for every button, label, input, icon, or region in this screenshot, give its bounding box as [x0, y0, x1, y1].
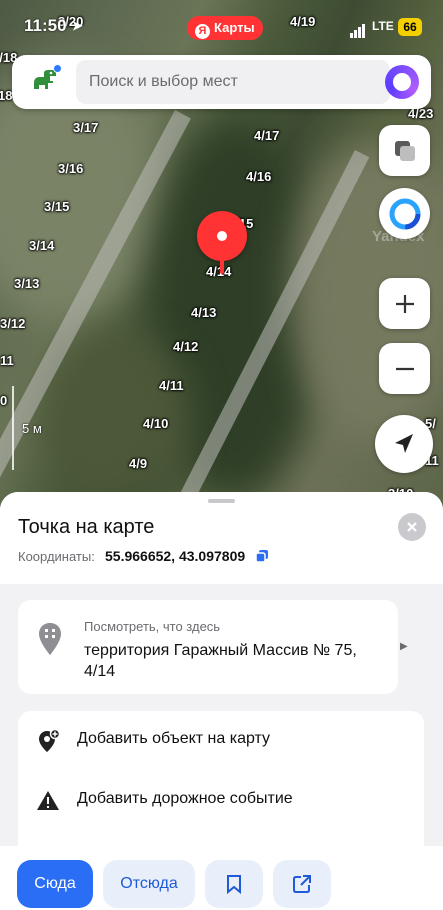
- bottom-action-bar: Сюда Отсюда: [0, 846, 443, 910]
- house-label: 4/9: [129, 456, 148, 471]
- zoom-out-button[interactable]: [379, 343, 430, 394]
- house-label: 3/12: [0, 316, 26, 331]
- close-icon: [407, 522, 417, 532]
- warning-icon: [37, 791, 59, 810]
- map-pin[interactable]: [197, 211, 247, 261]
- signal-icon: [350, 20, 366, 38]
- house-label: 11: [0, 353, 14, 368]
- house-label: 3/14: [29, 238, 55, 253]
- house-label: 3/17: [73, 120, 99, 135]
- profile-avatar[interactable]: [26, 64, 62, 99]
- search-input[interactable]: [76, 60, 390, 104]
- route-from-button[interactable]: Отсюда: [103, 860, 195, 908]
- brand-name: Карты: [214, 20, 255, 35]
- scale-label: 5 м: [22, 421, 42, 436]
- actions-card: Добавить объект на карту Добавить дорожн…: [18, 711, 424, 861]
- sheet-title: Точка на карте: [18, 516, 155, 538]
- location-arrow-icon: ➤: [72, 18, 83, 33]
- what-here-card[interactable]: Посмотреть, что здесь территория Гаражны…: [18, 600, 408, 694]
- house-label: 4/13: [191, 305, 217, 320]
- share-icon: [293, 875, 311, 893]
- house-label: 3/13: [14, 276, 40, 291]
- alice-icon: [389, 198, 420, 229]
- add-road-event-action[interactable]: Добавить дорожное событие: [18, 771, 424, 829]
- action-label: Добавить дорожное событие: [77, 790, 293, 807]
- status-time: 11:50: [24, 16, 67, 35]
- add-object-action[interactable]: Добавить объект на карту: [18, 711, 424, 769]
- house-label: 4/10: [143, 416, 169, 431]
- house-label: 3/15: [44, 199, 70, 214]
- share-button[interactable]: [273, 860, 331, 908]
- route-to-button[interactable]: Сюда: [17, 860, 93, 908]
- house-label: 3/16: [58, 161, 84, 176]
- zoom-in-button[interactable]: [379, 278, 430, 329]
- house-label: 4/16: [246, 169, 272, 184]
- bookmark-icon: [227, 875, 241, 894]
- notification-dot: [53, 64, 62, 73]
- map-pin-stem: [220, 259, 224, 274]
- alice-map-button[interactable]: [379, 188, 430, 239]
- address-text: территория Гаражный Массив № 75, 4/14: [84, 642, 357, 680]
- house-label: 0: [0, 393, 8, 408]
- plus-icon: [395, 294, 414, 313]
- scale-bar: [12, 386, 14, 470]
- close-button[interactable]: [398, 513, 426, 541]
- add-place-icon: [39, 729, 60, 752]
- coords-label: Координаты:: [18, 549, 95, 564]
- battery-indicator: 66: [398, 18, 422, 36]
- building-pin-icon: [39, 623, 61, 655]
- coords-value[interactable]: 55.966652, 43.097809: [105, 548, 245, 564]
- app-brand-badge: Я Карты: [187, 16, 263, 40]
- house-label: 4/14: [206, 264, 232, 279]
- sheet-header: Точка на карте Координаты: 55.966652, 43…: [0, 492, 443, 584]
- map-view[interactable]: 3/20 4/19 2/18 18 3/17 4/17 3/16 4/16 3/…: [0, 0, 443, 520]
- action-label: Добавить объект на карту: [77, 730, 271, 747]
- house-label: 4/11: [159, 378, 184, 393]
- what-here-label: Посмотреть, что здесь: [84, 619, 221, 634]
- navigation-arrow-icon: [395, 434, 413, 453]
- layers-icon: [394, 140, 415, 161]
- house-label: 4/12: [173, 339, 199, 354]
- layers-button[interactable]: [379, 125, 430, 176]
- point-sheet: Точка на карте Координаты: 55.966652, 43…: [0, 492, 443, 910]
- house-label: 18: [0, 88, 13, 103]
- house-label: 4/17: [254, 128, 280, 143]
- minus-icon: [395, 367, 414, 370]
- chevron-right-icon: ▶: [400, 641, 408, 652]
- status-bar: 11:50 ➤ Я Карты LTE 66: [0, 12, 443, 42]
- voice-assistant-button[interactable]: [385, 65, 419, 99]
- copy-icon[interactable]: [255, 549, 269, 563]
- yandex-logo-icon: Я: [195, 24, 210, 39]
- sheet-drag-handle[interactable]: [208, 499, 235, 503]
- bookmark-button[interactable]: [205, 860, 263, 908]
- my-location-button[interactable]: [375, 415, 433, 473]
- network-label: LTE: [372, 19, 394, 33]
- search-bar: [12, 55, 431, 109]
